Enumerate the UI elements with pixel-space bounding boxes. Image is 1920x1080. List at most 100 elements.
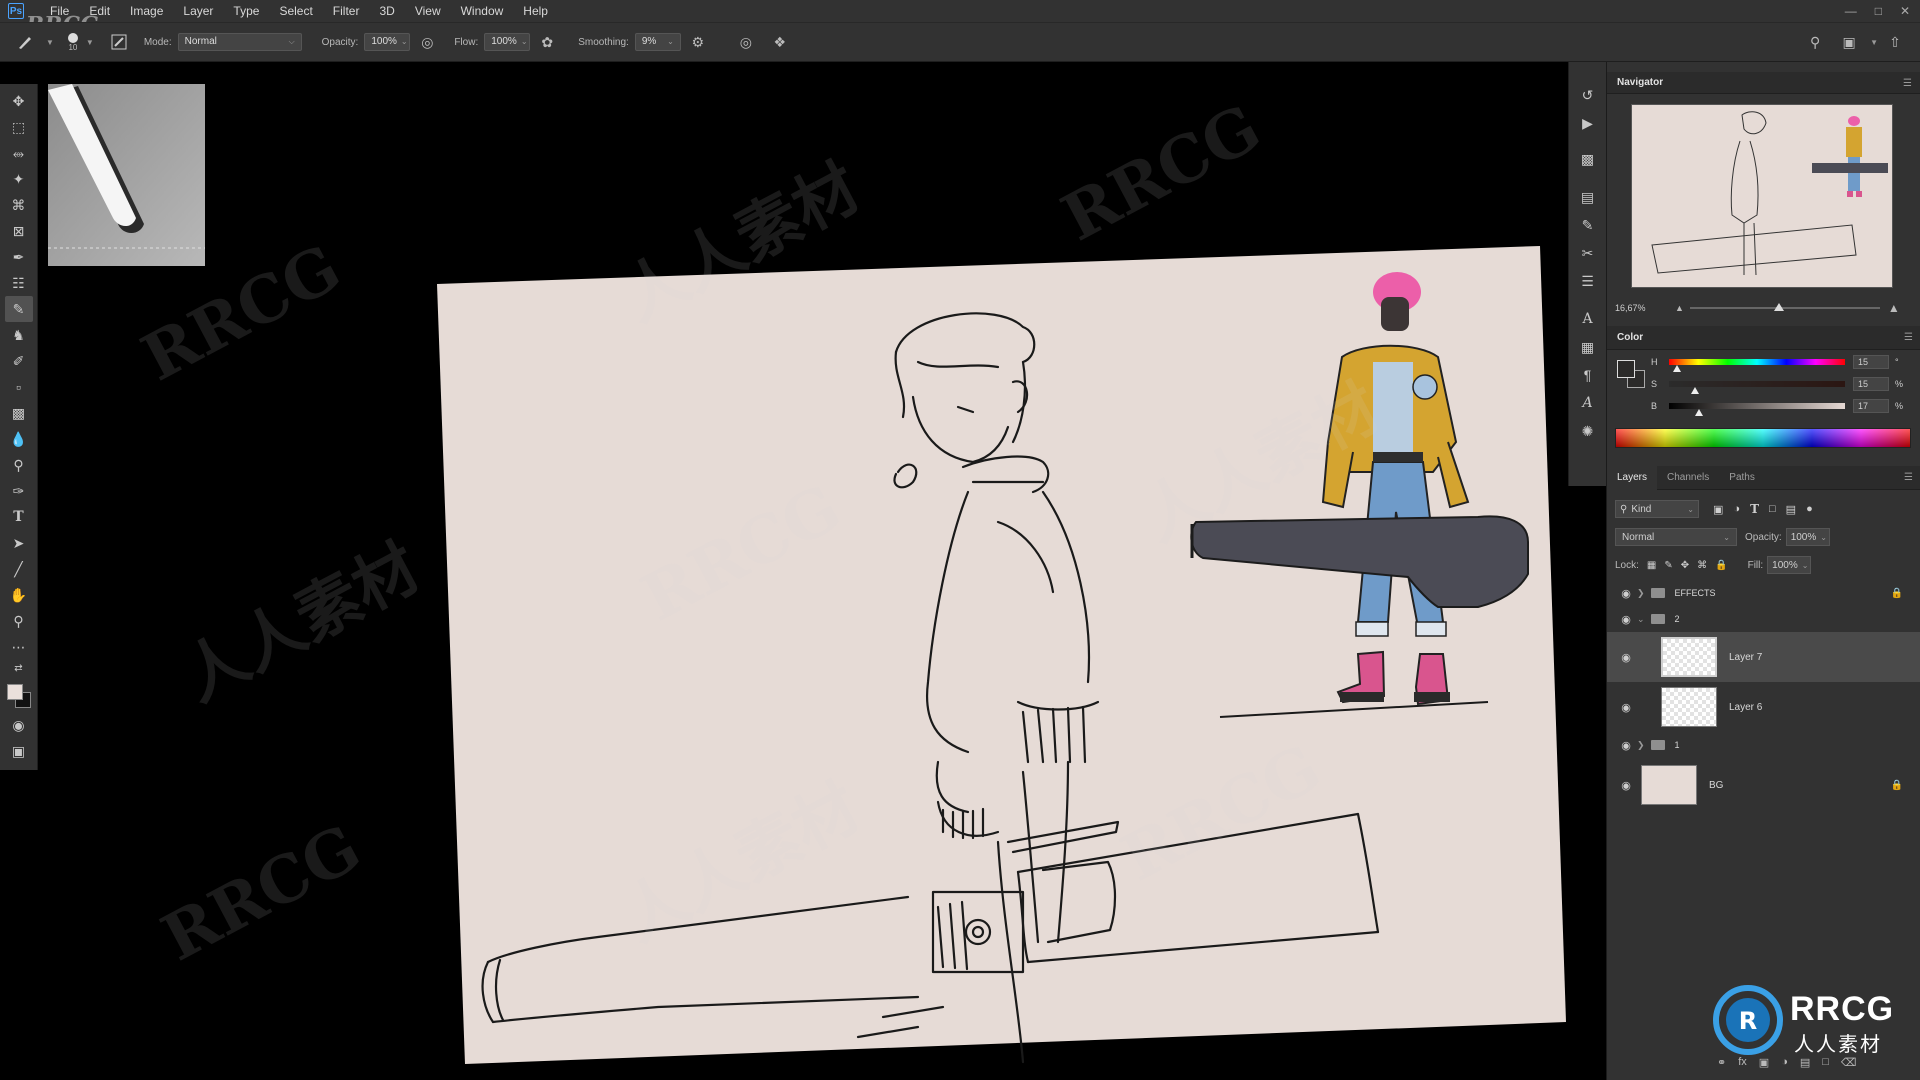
brightness-value-input[interactable]: 17 [1853,399,1889,413]
path-selection-tool-icon[interactable]: ➤ [5,530,33,556]
libraries-icon[interactable]: ▤ [1574,184,1602,210]
gear-icon[interactable]: ⚙ [687,31,709,53]
brushes-icon[interactable]: ✎ [1574,212,1602,238]
zoom-in-icon[interactable]: ▲ [1888,301,1900,315]
color-swatches[interactable] [5,682,33,712]
menu-type[interactable]: Type [223,0,269,22]
magic-wand-tool-icon[interactable]: ✦ [5,166,33,192]
tab-layers[interactable]: Layers [1607,465,1658,490]
close-icon[interactable]: ✕ [1900,4,1910,18]
search-icon[interactable]: ⚲ [1804,31,1826,53]
brush-tool-icon[interactable]: ✎ [4,296,33,322]
eyedropper-tool-icon[interactable]: ✒ [5,244,33,270]
menu-filter[interactable]: Filter [323,0,370,22]
opacity-input[interactable]: 100% ⌄ [364,33,411,51]
maximize-icon[interactable]: □ [1875,4,1882,18]
filter-pixel-icon[interactable]: ▣ [1713,503,1723,516]
navigator-zoom-value[interactable]: 16,67% [1615,303,1675,313]
visibility-eye-icon[interactable]: ◉ [1615,587,1637,600]
chevron-down-icon[interactable]: ▼ [46,38,54,47]
clone-stamp-tool-icon[interactable]: ♞ [5,322,33,348]
hand-tool-icon[interactable]: ✋ [5,582,33,608]
menu-select[interactable]: Select [269,0,322,22]
zoom-slider[interactable] [1689,303,1880,311]
lasso-tool-icon[interactable]: ⥈ [5,140,33,166]
slider-handle-icon[interactable] [1673,365,1681,372]
filter-toggle-icon[interactable]: ● [1806,503,1813,515]
layer-row-layer-6[interactable]: ◉ Layer 6 [1607,682,1920,732]
smoothing-input[interactable]: 9% ⌄ [634,33,681,51]
workspace-icon[interactable]: ▣ [1838,31,1860,53]
foreground-color-swatch[interactable] [6,684,23,700]
layer-kind-select[interactable]: ⚲ Kind ⌄ [1615,500,1699,518]
chevron-down-icon[interactable]: ▼ [1870,38,1878,47]
type-tool-icon[interactable]: T [5,504,33,530]
visibility-eye-icon[interactable]: ◉ [1615,779,1637,792]
layer-row-bg[interactable]: ◉ BG 🔒 [1607,760,1920,810]
minimize-icon[interactable]: — [1845,4,1857,18]
tool-presets-icon[interactable]: ✂ [1574,240,1602,266]
visibility-eye-icon[interactable]: ◉ [1615,651,1637,664]
navigator-thumbnail[interactable] [1631,104,1893,288]
glyphs-icon[interactable]: ▦ [1574,334,1602,360]
flow-input[interactable]: 100% ⌄ [484,33,531,51]
visibility-eye-icon[interactable]: ◉ [1615,613,1637,626]
hue-slider[interactable] [1669,359,1845,372]
hue-value-input[interactable]: 15 [1853,355,1889,369]
layer-row-layer-7[interactable]: ◉ Layer 7 [1607,632,1920,682]
zoom-tool-icon[interactable]: ⚲ [5,608,33,634]
filter-shape-icon[interactable]: □ [1769,503,1776,515]
history-icon[interactable]: ↺ [1574,82,1602,108]
brush-settings-panel-icon[interactable] [108,31,130,53]
effects-icon[interactable]: ✺ [1574,418,1602,444]
visibility-eye-icon[interactable]: ◉ [1615,739,1637,752]
layer-row-group-2[interactable]: ◉ ⌄ 2 [1607,606,1920,632]
visibility-eye-icon[interactable]: ◉ [1615,701,1637,714]
chevron-down-icon[interactable]: ⌄ [1637,614,1645,625]
lock-transparent-icon[interactable]: ▦ [1647,560,1656,571]
blur-tool-icon[interactable]: 💧 [5,426,33,452]
adjustments-icon[interactable]: ☰ [1574,268,1602,294]
swap-colors-icon[interactable]: ⇄ [5,660,33,676]
history-brush-tool-icon[interactable]: ✐ [5,348,33,374]
pen-tool-icon[interactable]: ✑ [5,478,33,504]
filter-type-icon[interactable]: T [1750,502,1759,516]
line-tool-icon[interactable]: ╱ [5,556,33,582]
slider-handle-icon[interactable] [1691,387,1699,394]
filter-adjustment-icon[interactable]: ◑ [1733,503,1740,515]
layer-row-group-1[interactable]: ◉ ❯ 1 [1607,732,1920,758]
lock-artboard-icon[interactable]: ⌘ [1697,560,1707,571]
brush-tool-icon[interactable] [14,31,36,53]
play-actions-icon[interactable]: ▶ [1574,110,1602,136]
menu-3d[interactable]: 3D [369,0,404,22]
navigator-title[interactable]: Navigator [1617,77,1663,88]
frame-tool-icon[interactable]: ⊠ [5,218,33,244]
color-spectrum[interactable] [1615,428,1911,448]
healing-brush-tool-icon[interactable]: ☷ [5,270,33,296]
mode-select[interactable]: Normal ⌵ [177,33,302,51]
paragraph-icon[interactable]: ¶ [1574,362,1602,388]
chevron-down-icon[interactable]: ▼ [86,38,94,47]
color-foreground-swatch[interactable] [1617,360,1635,378]
fill-input[interactable]: 100% ⌄ [1767,556,1812,574]
zoom-out-icon[interactable]: ▲ [1675,303,1684,313]
more-tools-icon[interactable]: ⋯ [5,634,33,660]
menu-layer[interactable]: Layer [173,0,223,22]
menu-image[interactable]: Image [120,0,173,22]
slider-handle-icon[interactable] [1695,409,1703,416]
screen-mode-icon[interactable]: ▣ [5,738,33,764]
color-title[interactable]: Color [1617,332,1643,343]
crop-tool-icon[interactable]: ⌘ [5,192,33,218]
tab-paths[interactable]: Paths [1719,466,1765,490]
airbrush-icon[interactable]: ✿ [536,31,558,53]
pressure-opacity-icon[interactable]: ◎ [416,31,438,53]
histogram-icon[interactable]: ▩ [1574,146,1602,172]
document-canvas[interactable]: RRCG 人人素材 RRCG 人人素材 RRCG 人人素材 RRCG 人人素材 … [38,62,1568,1080]
share-icon[interactable]: ⇧ [1884,31,1906,53]
lock-all-icon[interactable]: 🔒 [1715,560,1727,571]
color-fg-bg-swatches[interactable] [1617,360,1647,390]
pressure-size-icon[interactable]: ◎ [735,31,757,53]
symmetry-icon[interactable]: ❖ [769,31,791,53]
layer-opacity-input[interactable]: 100% ⌄ [1785,528,1830,546]
saturation-value-input[interactable]: 15 [1853,377,1889,391]
